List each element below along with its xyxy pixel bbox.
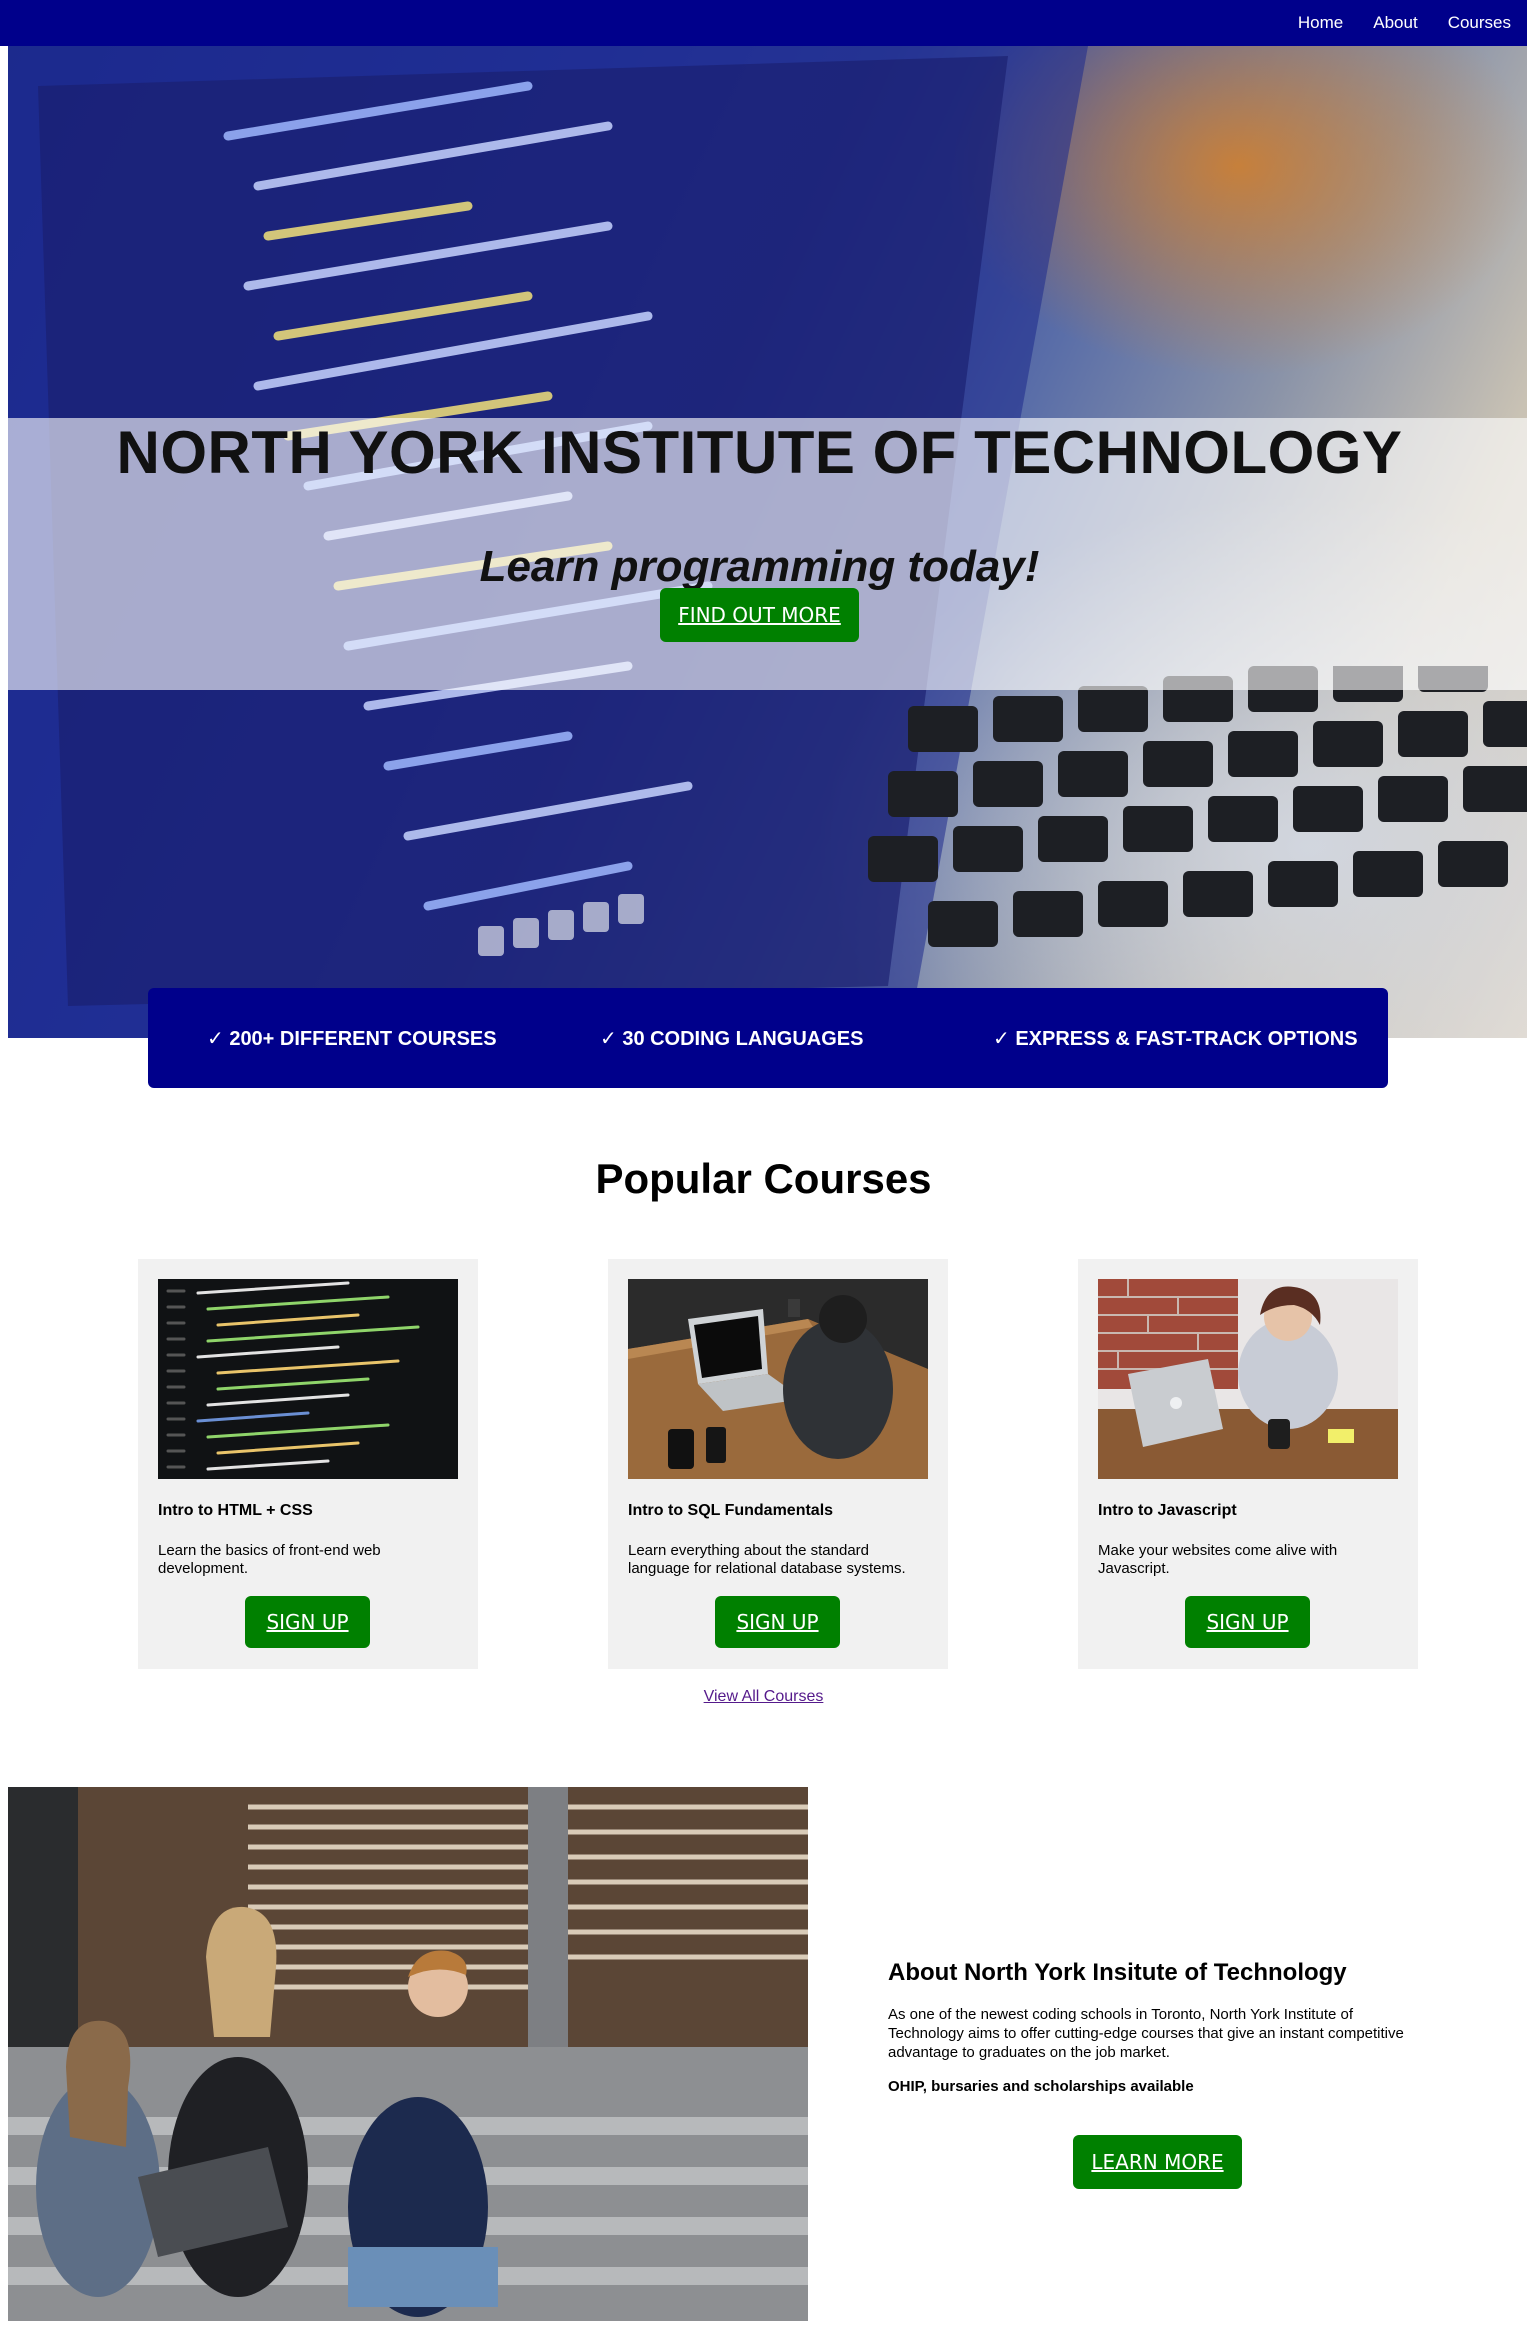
sign-up-button-javascript[interactable]: SIGN UP [1185, 1596, 1310, 1648]
hero-keyboard-image [868, 666, 1527, 947]
about-students-image [8, 1787, 808, 2321]
hero-title: NORTH YORK INSTITUTE OF TECHNOLOGY [116, 419, 1403, 486]
learn-more-button[interactable]: LEARN MORE [1073, 2135, 1242, 2189]
course-title: Intro to SQL Fundamentals [628, 1502, 834, 1519]
course-image-code-screen [158, 1279, 458, 1479]
nav-link-about[interactable]: About [1373, 13, 1417, 33]
top-navbar: Home About Courses [0, 0, 1527, 46]
hero-subtitle: Learn programming today! [479, 542, 1040, 591]
feature-courses: ✓ 200+ DIFFERENT COURSES [207, 1027, 497, 1050]
course-title: Intro to HTML + CSS [158, 1502, 313, 1519]
course-image-woman-laptop [1098, 1279, 1398, 1479]
about-description: As one of the newest coding schools in T… [888, 2006, 1404, 2061]
view-all-courses-link[interactable]: View All Courses [704, 1688, 824, 1705]
nav-link-home[interactable]: Home [1298, 13, 1343, 33]
course-card-sql: Intro to SQL Fundamentals Learn everythi… [608, 1259, 948, 1669]
nav-links: Home About Courses [1298, 0, 1527, 46]
course-card-javascript: Intro to Javascript Make your websites c… [1078, 1259, 1418, 1669]
about-funding-note: OHIP, bursaries and scholarships availab… [888, 2078, 1194, 2095]
course-image-laptop-desk [628, 1279, 928, 1479]
feature-languages: ✓ 30 CODING LANGUAGES [600, 1027, 864, 1050]
features-bar: ✓ 200+ DIFFERENT COURSES ✓ 30 CODING LAN… [148, 988, 1388, 1088]
course-description: Make your websites come alive with Javas… [1098, 1542, 1338, 1577]
course-card-html-css: Intro to HTML + CSS Learn the basics of … [138, 1259, 478, 1669]
nav-link-courses[interactable]: Courses [1448, 13, 1511, 33]
find-out-more-button[interactable]: FIND OUT MORE [660, 588, 859, 642]
sign-up-button-html-css[interactable]: SIGN UP [245, 1596, 370, 1648]
course-title: Intro to Javascript [1098, 1502, 1237, 1519]
about-title: About North York Insitute of Technology [888, 1959, 1347, 1986]
course-description: Learn everything about the standard lang… [628, 1542, 906, 1577]
feature-fast-track: ✓ EXPRESS & FAST-TRACK OPTIONS [993, 1027, 1358, 1050]
sign-up-button-sql[interactable]: SIGN UP [715, 1596, 840, 1648]
view-all-courses: View All Courses [0, 1688, 1527, 1706]
course-description: Learn the basics of front-end web develo… [158, 1542, 381, 1577]
popular-courses-title: Popular Courses [595, 1155, 932, 1202]
